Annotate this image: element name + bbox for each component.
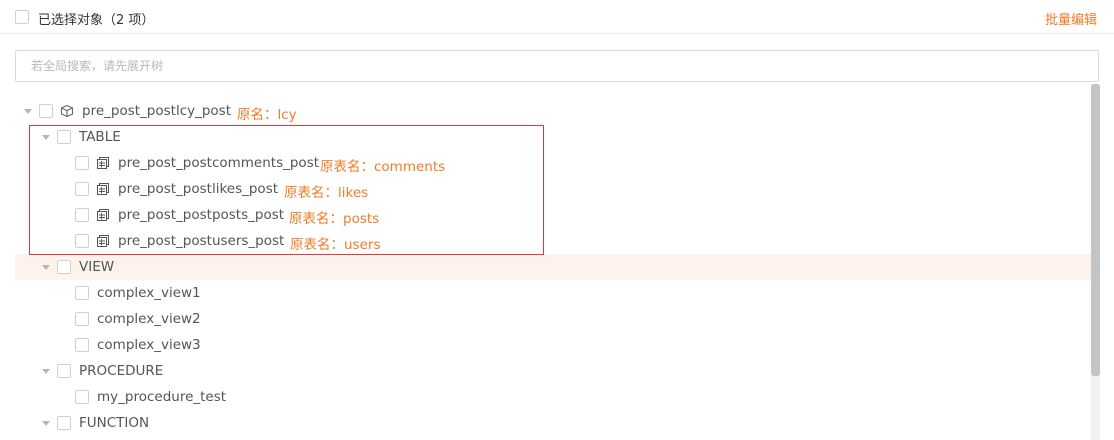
function-group-checkbox[interactable] [57,416,71,430]
procedure-group-checkbox[interactable] [57,364,71,378]
root-label: pre_post_postlcy_post [82,103,232,119]
scrollbar-thumb[interactable] [1091,84,1100,376]
root-checkbox[interactable] [39,104,53,118]
view-item-label: complex_view3 [97,337,201,353]
procedure-item-checkbox[interactable] [75,390,89,404]
highlighted-row [15,254,1091,280]
procedure-group-label: PROCEDURE [79,363,164,379]
caret-down-icon[interactable] [42,369,50,374]
search-input[interactable] [15,50,1099,82]
view-item-checkbox[interactable] [75,312,89,326]
procedure-item-label: my_procedure_test [97,389,227,405]
batch-edit-link[interactable]: 批量编辑 [1045,9,1097,28]
view-item-checkbox[interactable] [75,338,89,352]
selection-header: 已选择对象（2 项） 批量编辑 [0,0,1114,34]
select-all-checkbox[interactable] [15,10,29,24]
view-item-label: complex_view2 [97,311,201,327]
caret-down-icon[interactable] [42,421,50,426]
view-group-checkbox[interactable] [57,260,71,274]
selection-count: 已选择对象（2 项） [38,13,155,28]
caret-down-icon[interactable] [24,109,32,114]
root-original-name: 原名：lcy [237,107,297,123]
caret-down-icon[interactable] [42,265,50,270]
cube-icon [60,104,74,118]
view-item-checkbox[interactable] [75,286,89,300]
view-group-label: VIEW [79,259,115,275]
function-group-label: FUNCTION [79,415,150,431]
selection-highlight-box [29,125,544,255]
view-item-label: complex_view1 [97,285,201,301]
